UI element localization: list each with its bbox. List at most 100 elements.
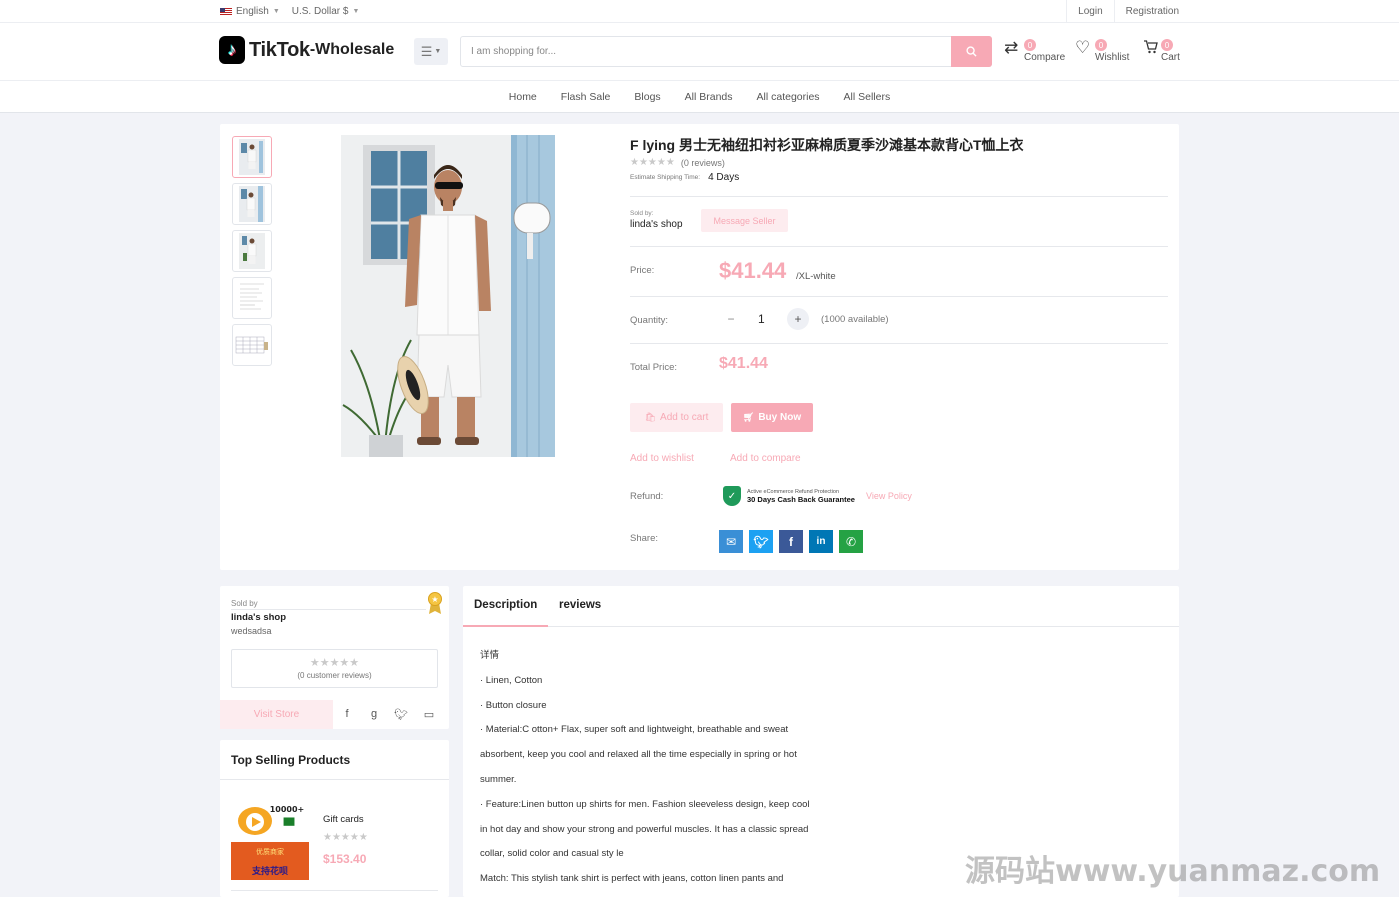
cart-icon — [1144, 40, 1158, 54]
description-body: 详情 · Linen, Cotton · Button closure · Ma… — [480, 644, 825, 892]
price-variant: /XL-white — [796, 271, 836, 282]
youtube-icon[interactable]: ▭ — [421, 708, 437, 721]
thumbnail[interactable] — [232, 230, 272, 272]
product-title: F lying 男士无袖纽扣衬衫亚麻棉质夏季沙滩基本款背心T恤上衣 — [630, 137, 1024, 153]
refund-big-text: 30 Days Cash Back Guarantee — [747, 494, 855, 504]
tab-description[interactable]: Description — [462, 599, 549, 627]
wishlist-link[interactable]: ♡ 0 Wishlist — [1075, 38, 1129, 64]
facebook-icon[interactable]: f — [339, 708, 355, 720]
share-linkedin-button[interactable]: in — [809, 530, 833, 553]
registration-link[interactable]: Registration — [1113, 0, 1179, 23]
review-count[interactable]: (0 reviews) — [681, 158, 725, 168]
buy-now-button[interactable]: 🛒︎ Buy Now — [731, 403, 813, 432]
watermark-text: 源码站www.yuanmaz.com — [965, 854, 1381, 889]
share-twitter-button[interactable]: 🐦︎ — [749, 530, 773, 553]
divider — [630, 296, 1168, 297]
top-selling-product-price: $153.40 — [323, 852, 367, 866]
email-icon: ✉ — [725, 534, 737, 549]
add-to-cart-label: Add to cart — [660, 412, 709, 423]
minus-icon: − — [727, 312, 735, 326]
tab-reviews[interactable]: reviews — [559, 599, 601, 611]
description-line: absorbent, keep you cool and relaxed all… — [480, 749, 797, 761]
nav-all-categories[interactable]: All categories — [757, 91, 820, 103]
shield-check-icon: ✓ — [723, 486, 741, 506]
visit-store-button[interactable]: Visit Store — [220, 700, 333, 729]
twitter-icon: 🐦︎ — [753, 534, 769, 549]
currency-selector[interactable]: U.S. Dollar $ ▼ — [292, 6, 360, 17]
add-to-compare-link[interactable]: Add to compare — [730, 453, 801, 464]
description-line: · Feature:Linen button up shirts for men… — [480, 798, 810, 810]
search-icon — [966, 46, 977, 57]
cart-count-badge: 0 — [1161, 39, 1173, 51]
login-link[interactable]: Login — [1066, 0, 1113, 23]
top-selling-product-name[interactable]: Gift cards — [323, 814, 364, 825]
language-selector[interactable]: English ▼ — [220, 6, 280, 17]
nav-blogs[interactable]: Blogs — [634, 91, 660, 103]
add-to-wishlist-link[interactable]: Add to wishlist — [630, 453, 694, 464]
add-to-cart-button[interactable]: 🛍︎ Add to cart — [630, 403, 723, 432]
compare-link[interactable]: ⇄ 0 Compare — [1004, 39, 1065, 64]
share-email-button[interactable]: ✉ — [719, 530, 743, 553]
share-facebook-button[interactable]: f — [779, 530, 803, 553]
cart-link[interactable]: 0 Cart — [1141, 39, 1180, 63]
description-line: Match: This stylish tank shirt is perfec… — [480, 873, 784, 885]
thumbnail[interactable] — [232, 183, 272, 225]
shopping-bag-icon: 🛍︎ — [644, 412, 657, 422]
svg-text:★: ★ — [431, 595, 438, 604]
divider — [630, 196, 1168, 197]
hamburger-icon: ☰ — [420, 43, 433, 59]
divider — [231, 609, 426, 610]
nav-all-sellers[interactable]: All Sellers — [844, 91, 891, 103]
top-selling-product-image[interactable]: 10000+ ██ 优质商家 支持花呗 — [231, 804, 309, 880]
seller-name[interactable]: linda's shop — [231, 612, 286, 623]
nav-flash-sale[interactable]: Flash Sale — [561, 91, 611, 103]
seller-subtitle: wedsadsa — [231, 626, 272, 636]
share-whatsapp-button[interactable]: ✆ — [839, 530, 863, 553]
thumbnail-list — [232, 136, 272, 371]
share-buttons: ✉ 🐦︎ f in ✆ — [719, 530, 863, 553]
gift-card-count-text: 10000+ — [270, 805, 305, 814]
nav-home[interactable]: Home — [509, 91, 537, 103]
whatsapp-icon: ✆ — [845, 534, 857, 549]
search-bar — [460, 36, 992, 67]
medal-icon: ★ — [428, 592, 442, 614]
search-button[interactable] — [951, 36, 992, 67]
description-line: 详情 — [480, 650, 500, 661]
description-line: summer. — [480, 773, 517, 785]
description-line: · Linen, Cotton — [480, 674, 543, 686]
twitter-icon[interactable]: 🐦︎ — [393, 708, 409, 721]
shop-name[interactable]: linda's shop — [630, 219, 683, 230]
seller-rating-box: ★★★★★ (0 customer reviews) — [231, 649, 438, 688]
quantity-decrease-button[interactable]: − — [720, 308, 742, 330]
divider — [231, 890, 438, 891]
quantity-increase-button[interactable]: + — [787, 308, 809, 330]
product-price: $41.44 — [719, 258, 787, 283]
google-icon[interactable]: g — [366, 708, 382, 720]
nav-all-brands[interactable]: All Brands — [685, 91, 733, 103]
chevron-down-icon: ▼ — [352, 8, 360, 15]
gift-card-tagline-text: 优质商家 — [256, 847, 284, 856]
heart-icon: ♡ — [1075, 38, 1091, 57]
refund-label: Refund: — [630, 491, 664, 502]
thumbnail[interactable] — [232, 136, 272, 178]
seller-card: Sold by linda's shop wedsadsa ★ ★★★★★ (0… — [220, 586, 449, 729]
view-policy-link[interactable]: View Policy — [866, 491, 912, 501]
category-menu-button[interactable]: ☰ ▼ — [414, 38, 448, 65]
thumbnail[interactable] — [232, 277, 272, 319]
shipping-label: Estimate Shipping Time: — [630, 174, 701, 181]
quantity-value[interactable]: 1 — [758, 312, 765, 326]
message-seller-button[interactable]: Message Seller — [701, 209, 788, 232]
svg-text:██: ██ — [283, 817, 295, 826]
tiktok-logo-icon — [219, 36, 245, 64]
site-logo[interactable]: TikTok -Wholesale — [219, 36, 394, 64]
product-main-image[interactable] — [341, 135, 555, 457]
linkedin-icon: in — [816, 536, 826, 547]
description-line: collar, solid color and casual sty le — [480, 848, 624, 860]
search-input[interactable] — [471, 37, 941, 66]
shipping-estimate: Estimate Shipping Time: 4 Days — [630, 172, 739, 183]
buy-now-label: Buy Now — [758, 412, 802, 423]
customer-review-count: (0 customer reviews) — [297, 671, 372, 680]
facebook-icon: f — [789, 534, 793, 549]
product-thumbnail-image — [239, 233, 265, 269]
thumbnail[interactable] — [232, 324, 272, 366]
